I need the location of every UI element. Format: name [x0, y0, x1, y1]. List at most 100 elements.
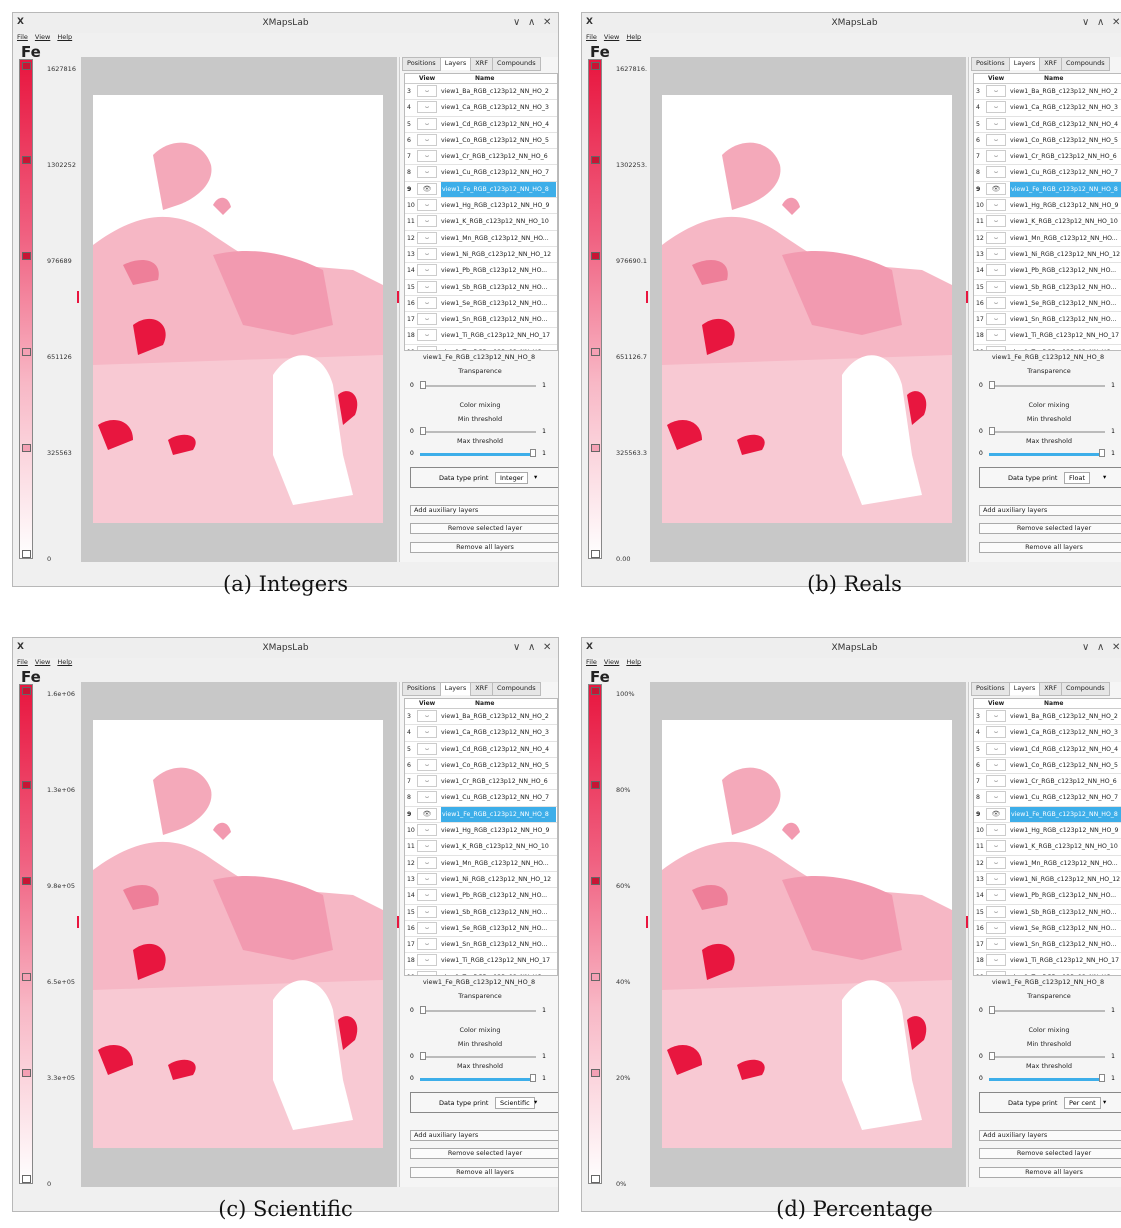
- legend-tick[interactable]: [591, 1175, 600, 1183]
- visibility-toggle-icon[interactable]: ⌣: [986, 85, 1006, 97]
- visibility-toggle-icon[interactable]: ⌣: [417, 117, 437, 130]
- visibility-toggle-icon[interactable]: ⌣: [417, 313, 437, 326]
- visibility-toggle-icon[interactable]: ⌣: [417, 840, 437, 853]
- add-auxiliary-layers-dropdown[interactable]: Add auxiliary layers: [979, 1130, 1121, 1141]
- visibility-toggle-icon[interactable]: ⌣: [986, 889, 1006, 902]
- max-threshold-slider[interactable]: 01: [410, 1074, 546, 1084]
- layer-row[interactable]: 19⌣ view1_Zn_RGB_c123p12_NN_HO...: [974, 345, 1121, 350]
- visibility-toggle-icon[interactable]: ⌣: [986, 133, 1006, 146]
- layer-row[interactable]: 15 ⌣ view1_Sb_RGB_c123p12_NN_HO...: [405, 280, 557, 296]
- layer-row[interactable]: 10 ⌣ view1_Hg_RGB_c123p12_NN_HO_9: [974, 198, 1121, 215]
- eye-icon[interactable]: 👁: [417, 807, 437, 820]
- layer-row[interactable]: 17 ⌣ view1_Sn_RGB_c123p12_NN_HO...: [974, 937, 1121, 954]
- layer-row[interactable]: 9 👁 view1_Fe_RGB_c123p12_NN_HO_8: [405, 806, 557, 824]
- slider-handle[interactable]: [1099, 449, 1105, 457]
- legend-tick[interactable]: [591, 973, 600, 981]
- legend-tick[interactable]: [22, 1175, 31, 1183]
- legend-tick[interactable]: [22, 687, 31, 695]
- visibility-toggle-icon[interactable]: ⌣: [986, 329, 1006, 342]
- visibility-toggle-icon[interactable]: ⌣: [417, 872, 437, 885]
- layer-row[interactable]: 6 ⌣ view1_Co_RGB_c123p12_NN_HO_5: [974, 133, 1121, 150]
- minimize-button[interactable]: ∨: [1082, 642, 1089, 653]
- layer-row[interactable]: 3 ⌣ view1_Ba_RGB_c123p12_NN_HO_2: [974, 709, 1121, 726]
- eye-icon[interactable]: 👁: [986, 182, 1006, 195]
- visibility-toggle-icon[interactable]: ⌣: [417, 345, 437, 350]
- layer-row[interactable]: 5 ⌣ view1_Cd_RGB_c123p12_NN_HO_4: [405, 117, 557, 133]
- remove-all-layers-button[interactable]: Remove all layers: [979, 1167, 1121, 1178]
- minimize-button[interactable]: ∨: [1082, 17, 1089, 28]
- eye-icon[interactable]: 👁: [417, 182, 437, 195]
- legend-tick[interactable]: [591, 877, 600, 885]
- layer-row[interactable]: 4 ⌣ view1_Ca_RGB_c123p12_NN_HO_3: [974, 725, 1121, 742]
- layer-row[interactable]: 18 ⌣ view1_Ti_RGB_c123p12_NN_HO_17: [974, 953, 1121, 970]
- layer-row[interactable]: 11 ⌣ view1_K_RGB_c123p12_NN_HO_10: [405, 839, 557, 856]
- visibility-toggle-icon[interactable]: ⌣: [986, 921, 1006, 934]
- visibility-toggle-icon[interactable]: ⌣: [986, 313, 1006, 326]
- eye-icon[interactable]: 👁: [986, 807, 1006, 820]
- maximize-button[interactable]: ∧: [1097, 17, 1104, 28]
- layer-row[interactable]: 17 ⌣ view1_Sn_RGB_c123p12_NN_HO...: [405, 312, 557, 329]
- layer-row[interactable]: 10 ⌣ view1_Hg_RGB_c123p12_NN_HO_9: [405, 823, 557, 840]
- layer-row[interactable]: 4 ⌣ view1_Ca_RGB_c123p12_NN_HO_3: [405, 100, 557, 117]
- layer-row[interactable]: 9 👁 view1_Fe_RGB_c123p12_NN_HO_8: [974, 181, 1121, 199]
- legend-tick[interactable]: [22, 973, 31, 981]
- slider-handle[interactable]: [530, 1074, 536, 1082]
- min-threshold-slider[interactable]: 01: [979, 1052, 1115, 1062]
- menu-help[interactable]: Help: [626, 658, 641, 666]
- menu-file[interactable]: File: [586, 658, 597, 666]
- layer-row[interactable]: 12 ⌣ view1_Mn_RGB_c123p12_NN_HO...: [974, 231, 1121, 247]
- legend-tick[interactable]: [591, 348, 600, 356]
- layer-row[interactable]: 9 👁 view1_Fe_RGB_c123p12_NN_HO_8: [974, 806, 1121, 824]
- visibility-toggle-icon[interactable]: ⌣: [986, 791, 1006, 804]
- slider-handle[interactable]: [1099, 1074, 1105, 1082]
- visibility-toggle-icon[interactable]: ⌣: [417, 329, 437, 342]
- data-type-select[interactable]: Float: [1064, 472, 1091, 484]
- min-threshold-slider[interactable]: 01: [979, 427, 1115, 437]
- visibility-toggle-icon[interactable]: ⌣: [417, 742, 437, 755]
- visibility-toggle-icon[interactable]: ⌣: [986, 264, 1006, 277]
- layer-row[interactable]: 16 ⌣ view1_Se_RGB_c123p12_NN_HO...: [974, 296, 1121, 313]
- layer-row[interactable]: 11 ⌣ view1_K_RGB_c123p12_NN_HO_10: [405, 214, 557, 231]
- visibility-toggle-icon[interactable]: ⌣: [417, 954, 437, 967]
- remove-selected-layer-button[interactable]: Remove selected layer: [410, 523, 558, 534]
- layer-row[interactable]: 17 ⌣ view1_Sn_RGB_c123p12_NN_HO...: [405, 937, 557, 954]
- layer-row[interactable]: 18 ⌣ view1_Ti_RGB_c123p12_NN_HO_17: [405, 953, 557, 970]
- layer-row[interactable]: 10 ⌣ view1_Hg_RGB_c123p12_NN_HO_9: [405, 198, 557, 215]
- tab-positions[interactable]: Positions: [402, 57, 441, 71]
- layer-row[interactable]: 8 ⌣ view1_Cu_RGB_c123p12_NN_HO_7: [405, 165, 557, 182]
- close-button[interactable]: ✕: [543, 642, 551, 653]
- layer-row[interactable]: 9 👁 view1_Fe_RGB_c123p12_NN_HO_8: [405, 181, 557, 199]
- remove-all-layers-button[interactable]: Remove all layers: [410, 542, 558, 553]
- slider-handle[interactable]: [420, 1052, 426, 1060]
- tab-xrf[interactable]: XRF: [470, 57, 493, 71]
- layer-row[interactable]: 5 ⌣ view1_Cd_RGB_c123p12_NN_HO_4: [405, 742, 557, 758]
- layer-row[interactable]: 19⌣ view1_Zn_RGB_c123p12_NN_HO...: [405, 970, 557, 975]
- legend-tick[interactable]: [591, 781, 600, 789]
- min-threshold-slider[interactable]: 01: [410, 1052, 546, 1062]
- visibility-toggle-icon[interactable]: ⌣: [986, 856, 1006, 869]
- visibility-toggle-icon[interactable]: ⌣: [986, 742, 1006, 755]
- visibility-toggle-icon[interactable]: ⌣: [417, 280, 437, 293]
- visibility-toggle-icon[interactable]: ⌣: [986, 726, 1006, 739]
- max-threshold-slider[interactable]: 01: [979, 1074, 1115, 1084]
- close-button[interactable]: ✕: [543, 17, 551, 28]
- visibility-toggle-icon[interactable]: ⌣: [417, 296, 437, 309]
- tab-layers[interactable]: Layers: [1008, 682, 1041, 695]
- visibility-toggle-icon[interactable]: ⌣: [986, 710, 1006, 722]
- layer-row[interactable]: 7 ⌣ view1_Cr_RGB_c123p12_NN_HO_6: [974, 774, 1121, 791]
- add-auxiliary-layers-dropdown[interactable]: Add auxiliary layers: [410, 505, 558, 516]
- layer-row[interactable]: 15 ⌣ view1_Sb_RGB_c123p12_NN_HO...: [974, 280, 1121, 296]
- tab-layers[interactable]: Layers: [1008, 57, 1041, 70]
- tab-layers[interactable]: Layers: [439, 682, 472, 695]
- visibility-toggle-icon[interactable]: ⌣: [417, 150, 437, 163]
- legend-tick[interactable]: [22, 252, 31, 260]
- menu-file[interactable]: File: [586, 33, 597, 41]
- layer-row[interactable]: 5 ⌣ view1_Cd_RGB_c123p12_NN_HO_4: [974, 742, 1121, 758]
- menu-view[interactable]: View: [604, 658, 619, 666]
- legend-tick[interactable]: [591, 687, 600, 695]
- tab-layers[interactable]: Layers: [439, 57, 472, 70]
- layer-row[interactable]: 12 ⌣ view1_Mn_RGB_c123p12_NN_HO...: [405, 856, 557, 872]
- layer-row[interactable]: 14 ⌣ view1_Pb_RGB_c123p12_NN_HO...: [405, 263, 557, 280]
- tab-compounds[interactable]: Compounds: [491, 682, 541, 696]
- maximize-button[interactable]: ∧: [1097, 642, 1104, 653]
